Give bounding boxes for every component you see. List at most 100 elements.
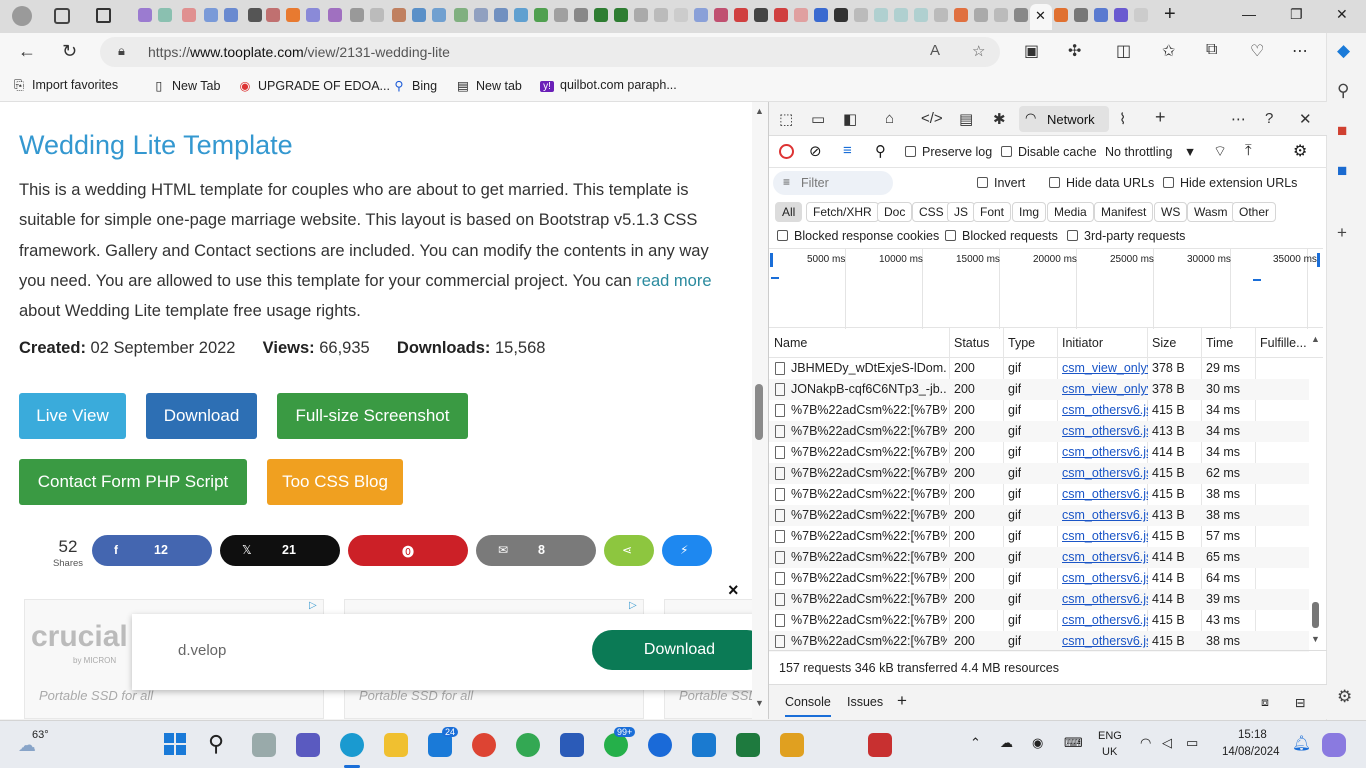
tab-favicon[interactable] [158,8,172,22]
clock-time[interactable]: 15:18 [1238,729,1267,741]
download-button[interactable]: Download [146,393,257,439]
more-tools-plus-icon[interactable]: + [1155,107,1166,128]
language-indicator[interactable]: ENG [1098,730,1122,742]
add-icon[interactable]: + [1337,223,1347,243]
table-row[interactable]: %7B%22adCsm%22:[%7B%... 200 gif csm_othersv… [769,547,1309,568]
column-type[interactable]: Type [1008,336,1035,350]
sharethis-button[interactable]: ⋖ [604,535,654,566]
read-aloud-icon[interactable]: A [930,42,940,59]
page-scrollbar-thumb[interactable] [755,384,763,440]
request-list-scrollbar-thumb[interactable] [1312,602,1319,628]
ad-download-button[interactable]: Download [592,630,767,670]
filter-fetch-xhr[interactable]: Fetch/XHR [806,202,879,222]
favorite-bing[interactable]: ⚲ Bing [392,78,437,93]
copilot-icon[interactable] [1322,733,1346,757]
office-icon[interactable]: ■ [1337,121,1347,141]
column-fulfilled[interactable]: Fulfille... [1260,336,1307,350]
address-bar[interactable]: 🔒︎ https://www.tooplate.com/view/2131-we… [100,37,1000,67]
tab-favicon[interactable] [574,8,588,22]
tab-favicon[interactable] [286,8,300,22]
tab-favicon[interactable] [934,8,948,22]
scroll-down-icon[interactable]: ▼ [755,698,764,708]
show-hidden-icons[interactable]: ⌃ [970,735,981,751]
welcome-home-icon[interactable]: ⌂ [885,110,894,127]
tab-favicon[interactable] [734,8,748,22]
filter-css[interactable]: CSS [912,202,951,222]
tab-favicon[interactable] [974,8,988,22]
table-row[interactable]: %7B%22adCsm%22:[%7B%... 200 gif csm_othersv… [769,484,1309,505]
tab-favicon[interactable] [138,8,152,22]
back-icon[interactable]: ← [18,41,36,62]
tab-favicon[interactable] [754,8,768,22]
minimize-button[interactable]: — [1242,6,1256,22]
filter-wasm[interactable]: Wasm [1187,202,1235,222]
column-initiator[interactable]: Initiator [1062,336,1103,350]
favorite-star-icon[interactable]: ☆ [972,42,985,60]
table-row[interactable]: %7B%22adCsm%22:[%7B%... 200 gif csm_othersv… [769,610,1309,631]
blocked-requests-checkbox[interactable]: Blocked requests [945,229,1058,243]
table-row[interactable]: JBHMEDy_wDtExjeS-lDom... 200 gif csm_view_o… [769,358,1309,379]
table-row[interactable]: %7B%22adCsm%22:[%7B%... 200 gif csm_othersv… [769,526,1309,547]
blocked-cookies-checkbox[interactable]: Blocked response cookies [777,229,939,243]
chrome-profile-icon[interactable] [516,733,540,757]
throttling-select[interactable]: No throttling ▼ [1105,145,1196,159]
tab-favicon[interactable] [794,8,808,22]
favorite-new-tab[interactable]: ▯ New Tab [152,78,221,93]
hide-extension-urls-checkbox[interactable]: Hide extension URLs [1163,176,1297,190]
file-explorer-icon[interactable] [384,733,408,757]
favorite-upgrade[interactable]: ◉ UPGRADE OF EDOA... [238,78,390,93]
search-icon[interactable]: ⚲ [1337,81,1349,101]
tab-favicon[interactable] [306,8,320,22]
tab-favicon[interactable] [814,8,828,22]
tab-favicon[interactable] [614,8,628,22]
tab-favicon[interactable] [1134,8,1148,22]
filter-input[interactable]: ≡ Filter [773,171,893,195]
tab-favicon[interactable] [350,8,364,22]
favorite-quilbot[interactable]: y! quilbot.com paraph... [540,78,677,92]
new-tab-button[interactable]: + [1164,3,1176,26]
table-row[interactable]: %7B%22adCsm%22:[%7B%... 200 gif csm_othersv… [769,568,1309,589]
filter-other[interactable]: Other [1232,202,1277,222]
collections-icon[interactable]: ⧉ [1206,41,1217,59]
extensions-icon[interactable]: ✣ [1068,41,1081,61]
tab-console[interactable]: Console [785,695,831,717]
favorite-import[interactable]: ⎘ Import favorites [12,78,118,93]
tab-favicon[interactable] [1014,8,1028,22]
disable-cache-checkbox[interactable]: Disable cache [1001,145,1097,159]
edge-icon[interactable] [340,733,364,757]
filter-manifest[interactable]: Manifest [1094,202,1154,222]
clock-date[interactable]: 14/08/2024 [1222,746,1280,758]
tab-favicon[interactable] [514,8,528,22]
filter-ws[interactable]: WS [1154,202,1188,222]
settings-more-icon[interactable]: ⋯ [1292,41,1308,61]
table-row[interactable]: JONakpB-cqf6C6NTp3_-jb... 200 gif csm_view_… [769,379,1309,400]
tab-favicon[interactable] [182,8,196,22]
keyboard-icon[interactable]: ⌨ [1064,735,1083,751]
close-drawer-icon[interactable]: ⊟ [1295,695,1305,710]
tab-issues[interactable]: Issues [847,695,883,709]
scroll-up-icon[interactable]: ▲ [755,106,764,116]
browser-essentials-icon[interactable]: ♡ [1250,41,1264,61]
search-icon[interactable]: ⚲ [208,731,224,757]
tab-favicon[interactable] [774,8,788,22]
git-icon[interactable] [780,733,804,757]
clear-icon[interactable]: ⊘ [809,142,822,160]
column-time[interactable]: Time [1206,336,1233,350]
css-blog-button[interactable]: Too CSS Blog [267,459,403,505]
screenshot-icon[interactable]: ▣ [1024,41,1039,61]
table-row[interactable]: %7B%22adCsm%22:[%7B%... 200 gif csm_othersv… [769,400,1309,421]
page-scrollbar[interactable]: ▲ ▼ [752,102,768,719]
notification-bell-icon[interactable]: 🔔︎ [1292,734,1311,752]
invert-checkbox[interactable]: Invert [977,176,1025,190]
scroll-down-icon[interactable]: ▼ [1311,634,1320,644]
close-devtools-icon[interactable]: ✕ [1299,110,1312,128]
sources-debug-icon[interactable]: ✱ [993,110,1006,128]
tab-favicon[interactable] [328,8,342,22]
region-indicator[interactable]: UK [1102,746,1117,758]
column-status[interactable]: Status [954,336,989,350]
tab-favicon[interactable] [714,8,728,22]
timeline-range-handle[interactable] [770,253,773,267]
help-icon[interactable]: ? [1265,110,1273,127]
messenger-share-button[interactable]: ⚡︎ [662,535,712,566]
filter-js[interactable]: JS [947,202,976,222]
